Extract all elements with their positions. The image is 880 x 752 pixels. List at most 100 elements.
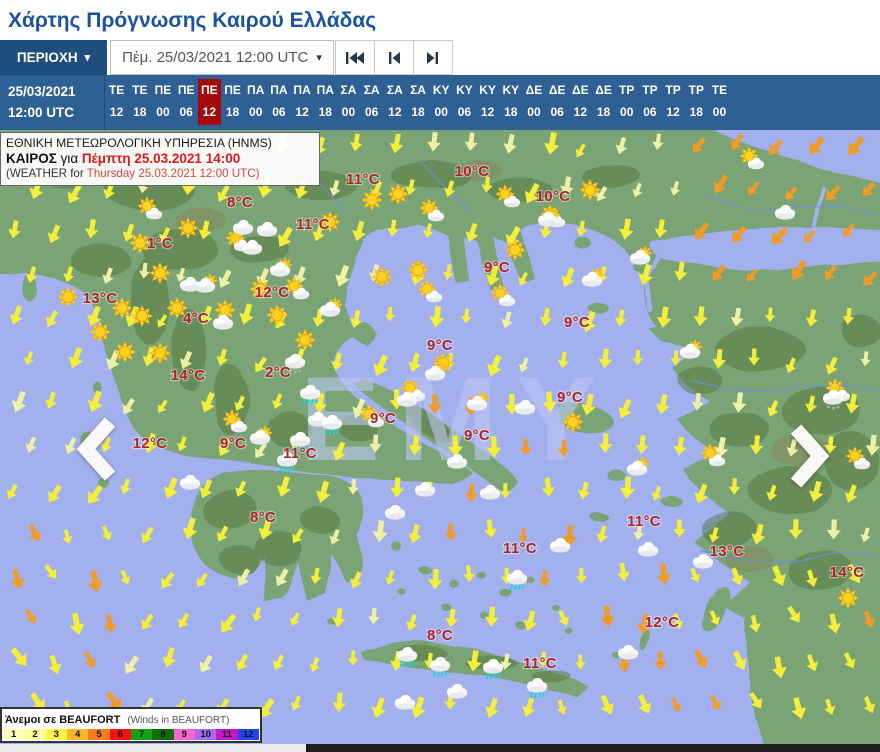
beaufort-cell: 4 xyxy=(66,729,89,740)
sun-icon xyxy=(579,179,601,201)
temperature-label: 9°C xyxy=(484,259,510,276)
sun-icon xyxy=(562,411,584,433)
timeline-step[interactable]: ΤΡ 12 xyxy=(662,79,685,125)
temperature-label: 9°C xyxy=(464,427,490,444)
timeline-step[interactable]: ΚΥ 00 xyxy=(430,79,453,125)
temperature-label: 2°C xyxy=(265,364,291,381)
bottom-strip-dark xyxy=(306,744,880,752)
beaufort-legend-title-row: Άνεμοι σε BEAUFORT (Winds in BEAUFORT) xyxy=(2,709,260,728)
temperature-label: 11°C xyxy=(503,540,537,557)
next-timestep-button[interactable] xyxy=(413,40,453,75)
sun-icon xyxy=(149,262,171,284)
sun-icon xyxy=(371,266,393,288)
timeline-bar: 25/03/2021 12:00 UTC ΤΕ 12 ΤΕ 18 ΠΕ 00 ΠΕ 06 ΠΕ 1… xyxy=(0,75,880,130)
timeline-step[interactable]: ΤΡ 18 xyxy=(685,79,708,125)
info-valid-greek: ΚΑΙΡΟΣ για Πέμπτη 25.03.2021 14:00 xyxy=(6,151,314,167)
timeline-steps: ΤΕ 12 ΤΕ 18 ΠΕ 00 ΠΕ 06 ΠΕ 12 ΠΕ 18 ΠΑ 00 ΠΑ 06 ΠΑ 12 ΠΑ 18… xyxy=(104,75,731,130)
timeline-step[interactable]: ΔΕ 00 xyxy=(522,79,545,125)
timeline-step[interactable]: ΚΥ 18 xyxy=(499,79,522,125)
beaufort-cell: 1 xyxy=(3,729,25,740)
timeline-step[interactable]: ΔΕ 12 xyxy=(569,79,592,125)
temperature-label: 1°C xyxy=(147,235,173,252)
weather-map: ΕΜΥ 11°C 10°C 8°C 10°C 11°C 1°C 9°C 13°C 12°C 4°C… xyxy=(0,130,880,744)
temperature-label: 9°C xyxy=(220,435,246,452)
beaufort-cell: 9 xyxy=(173,729,195,740)
timeline-step[interactable]: ΣΑ 06 xyxy=(360,79,383,125)
timeline-step[interactable]: ΚΥ 06 xyxy=(453,79,476,125)
previous-timestep-button[interactable] xyxy=(374,40,414,75)
beaufort-cell: 6 xyxy=(109,729,131,740)
temperature-label: 9°C xyxy=(564,314,590,331)
timeline-step[interactable]: ΤΡ 06 xyxy=(638,79,661,125)
beaufort-cell: 7 xyxy=(130,729,153,740)
temperature-label: 12°C xyxy=(645,614,680,631)
timeline-step[interactable]: ΤΕ 12 xyxy=(105,79,128,125)
beaufort-cell: 12 xyxy=(237,729,259,740)
temperature-label: 11°C xyxy=(283,445,317,462)
beaufort-scale: 1 2 3 4 5 6 7 8 9 10 11 12 xyxy=(3,729,259,740)
timeline-step[interactable]: ΤΕ 18 xyxy=(128,79,151,125)
info-valid-english: (WEATHER for Thursday 25.03.2021 12:00 U… xyxy=(6,167,314,181)
info-weather-word: ΚΑΙΡΟΣ xyxy=(6,151,57,166)
map-prev-arrow[interactable] xyxy=(70,416,126,487)
timeline-step[interactable]: ΠΑ 12 xyxy=(291,79,314,125)
beaufort-legend-title: Άνεμοι σε BEAUFORT xyxy=(5,714,121,726)
temperature-label: 11°C xyxy=(296,216,330,233)
sun-icon xyxy=(177,217,199,239)
timeline-step-selected[interactable]: ΠΕ 12 xyxy=(197,79,221,125)
timeline-step[interactable]: ΠΑ 18 xyxy=(314,79,337,125)
timeline-step[interactable]: ΣΑ 18 xyxy=(406,79,429,125)
sun-icon xyxy=(266,304,288,326)
sun-icon xyxy=(114,341,136,363)
timeline-step[interactable]: ΔΕ 06 xyxy=(546,79,569,125)
datetime-label: Πέμ. 25/03/2021 12:00 UTC xyxy=(122,49,309,66)
weather-app: Χάρτης Πρόγνωσης Καιρού Ελλάδας ΠΕΡΙΟΧΗ … xyxy=(0,0,880,752)
region-button[interactable]: ΠΕΡΙΟΧΗ ▾ xyxy=(0,40,107,75)
beaufort-cell: 8 xyxy=(152,729,174,740)
timeline-step[interactable]: ΠΕ 18 xyxy=(221,79,244,125)
sun-icon xyxy=(57,286,79,308)
bottom-strip-light xyxy=(0,744,306,752)
temperature-label: 8°C xyxy=(427,627,453,644)
temperature-label: 4°C xyxy=(183,310,209,327)
bottom-strip xyxy=(0,744,880,752)
beaufort-legend-subtitle: (Winds in BEAUFORT) xyxy=(127,715,230,726)
temperature-label: 11°C xyxy=(346,171,380,188)
temperature-label: 14°C xyxy=(830,564,865,581)
datetime-select[interactable]: Πέμ. 25/03/2021 12:00 UTC ▾ xyxy=(110,40,334,75)
timeline-step[interactable]: ΠΕ 06 xyxy=(175,79,198,125)
beaufort-cell: 2 xyxy=(24,729,46,740)
skip-to-first-icon xyxy=(346,51,364,64)
timeline-step[interactable]: ΣΑ 12 xyxy=(383,79,406,125)
timeline-step[interactable]: ΠΑ 06 xyxy=(267,79,290,125)
sun-icon xyxy=(89,321,111,343)
map-next-arrow[interactable] xyxy=(780,423,836,494)
temperature-label: 13°C xyxy=(710,543,745,560)
temperature-label: 11°C xyxy=(627,513,661,530)
page-title: Χάρτης Πρόγνωσης Καιρού Ελλάδας xyxy=(8,9,377,32)
timeline-current-date: 25/03/2021 xyxy=(8,84,76,99)
sun-icon xyxy=(837,587,859,609)
timeline-step[interactable]: ΠΑ 00 xyxy=(244,79,267,125)
timeline-step[interactable]: ΤΕ 00 xyxy=(708,79,731,125)
temperature-label: 12°C xyxy=(133,435,168,452)
timeline-step[interactable]: ΠΕ 00 xyxy=(151,79,174,125)
timeline-step[interactable]: ΔΕ 18 xyxy=(592,79,615,125)
timeline-step[interactable]: ΤΡ 00 xyxy=(615,79,638,125)
sun-icon xyxy=(407,259,429,281)
map-info-box: ΕΘΝΙΚΗ ΜΕΤΕΩΡΟΛΟΓΙΚΗ ΥΠΗΡΕΣΙΑ (HNMS) ΚΑΙ… xyxy=(0,132,320,186)
timeline-step[interactable]: ΚΥ 12 xyxy=(476,79,499,125)
info-weather-for: (WEATHER for xyxy=(6,167,87,180)
temperature-label: 9°C xyxy=(557,389,583,406)
caret-down-icon: ▾ xyxy=(316,52,322,64)
timeline-step[interactable]: ΣΑ 00 xyxy=(337,79,360,125)
first-timestep-button[interactable] xyxy=(335,40,375,75)
info-valid-datetime: Πέμπτη 25.03.2021 14:00 xyxy=(81,151,241,166)
beaufort-cell: 3 xyxy=(45,729,67,740)
beaufort-cell: 11 xyxy=(216,729,238,740)
info-for-word: για xyxy=(56,151,82,166)
sun-icon xyxy=(387,183,409,205)
timeline-current: 25/03/2021 12:00 UTC xyxy=(0,75,104,130)
temperature-label: 8°C xyxy=(227,194,253,211)
sun-icon xyxy=(294,329,316,351)
